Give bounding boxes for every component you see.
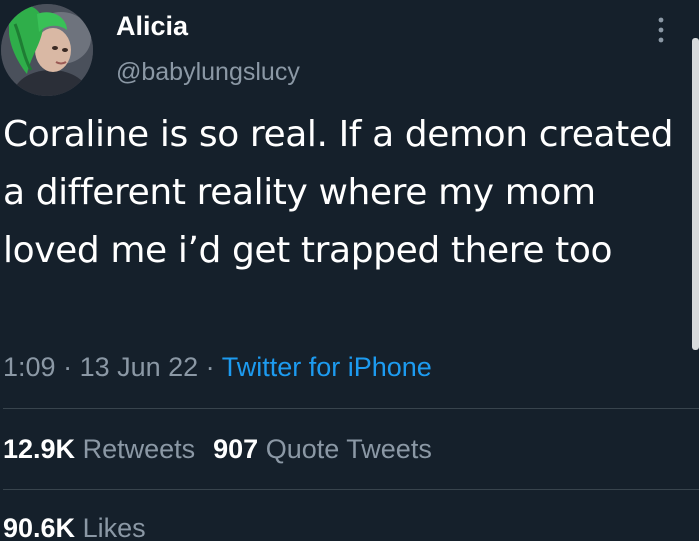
quote-tweets-label: Quote Tweets (265, 434, 432, 464)
retweets-label: Retweets (82, 434, 196, 464)
meta-separator: · (198, 352, 222, 382)
divider (3, 408, 699, 409)
scrollbar[interactable] (692, 38, 699, 350)
engagement-stats: 12.9K Retweets 907 Quote Tweets (3, 431, 432, 467)
quote-tweets-count: 907 (213, 434, 259, 464)
tweet-source-link[interactable]: Twitter for iPhone (222, 352, 432, 382)
user-handle[interactable]: @babylungslucy (116, 56, 300, 88)
avatar-image (1, 4, 93, 96)
avatar[interactable] (1, 4, 93, 96)
more-vertical-icon[interactable] (650, 14, 672, 46)
retweets-stat[interactable]: 12.9K Retweets (3, 434, 195, 464)
tweet-date[interactable]: 13 Jun 22 (80, 352, 199, 382)
likes-label: Likes (82, 513, 146, 541)
quote-tweets-stat[interactable]: 907 Quote Tweets (213, 434, 432, 464)
tweet-detail: Alicia @babylungslucy Coraline is so rea… (0, 0, 699, 541)
tweet-metadata: 1:09 · 13 Jun 22 · Twitter for iPhone (3, 349, 432, 385)
likes-stat[interactable]: 90.6K Likes (3, 513, 146, 541)
meta-separator: · (55, 352, 80, 382)
likes-count: 90.6K (3, 513, 76, 541)
likes-row: 90.6K Likes (3, 510, 146, 541)
divider (3, 489, 699, 490)
tweet-time: 1:09 (3, 352, 56, 382)
retweets-count: 12.9K (3, 434, 76, 464)
display-name[interactable]: Alicia (116, 9, 188, 43)
tweet-text: Coraline is so real. If a demon created … (3, 114, 674, 271)
